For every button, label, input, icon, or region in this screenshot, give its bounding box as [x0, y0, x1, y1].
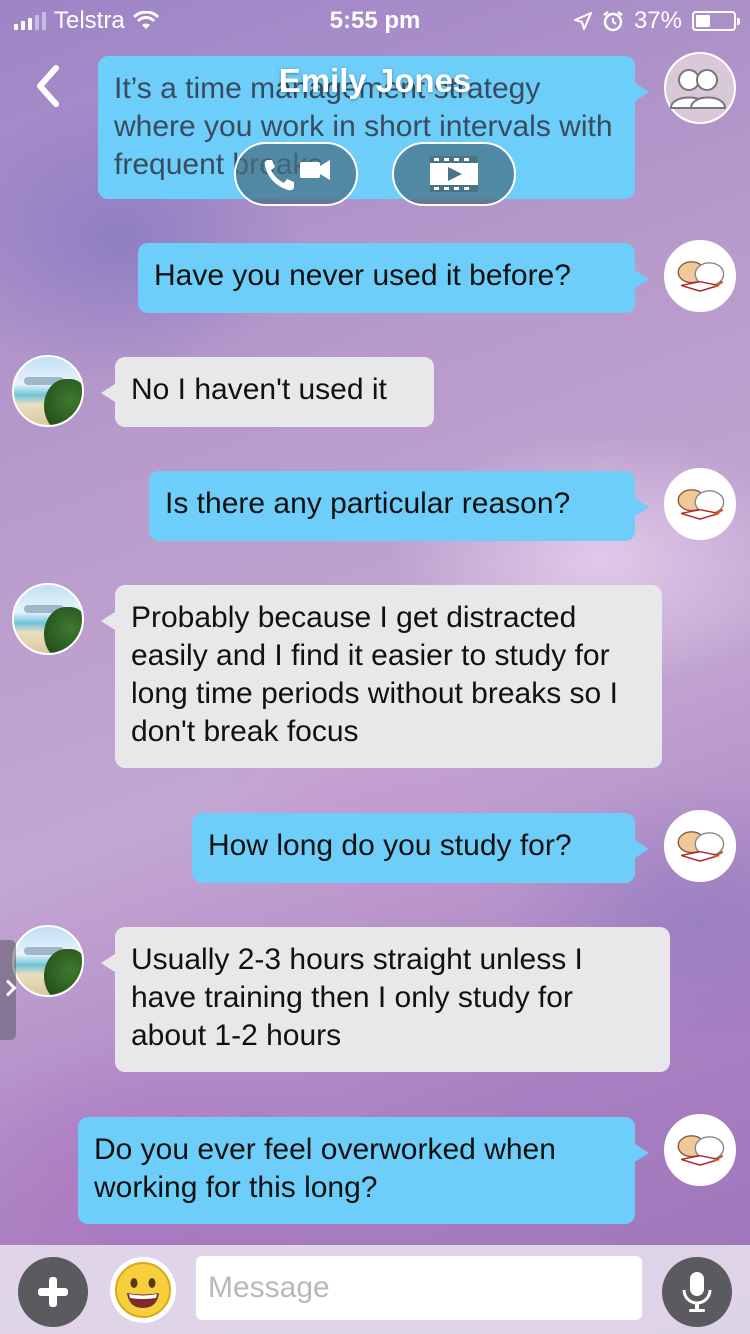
emoji-icon	[115, 1262, 171, 1318]
conversation-title[interactable]: Emily Jones	[0, 62, 750, 100]
message-text: Probably because I get distracted easily…	[131, 601, 618, 748]
status-bar: Telstra 5:55 pm 37%	[0, 0, 750, 40]
message-bubble-incoming[interactable]: Usually 2-3 hours straight unless I have…	[101, 927, 670, 1072]
my-avatar[interactable]	[664, 1114, 736, 1186]
message-bubble-outgoing[interactable]: Is there any particular reason?	[149, 471, 649, 541]
screening-room-button[interactable]	[392, 142, 516, 206]
message-bubble-outgoing[interactable]: Do you ever feel overworked when working…	[78, 1117, 649, 1224]
message-bubble-outgoing[interactable]: Have you never used it before?	[138, 243, 649, 313]
side-drawer-handle[interactable]	[0, 940, 16, 1040]
voice-message-button[interactable]	[662, 1257, 732, 1327]
emoji-button[interactable]	[110, 1257, 176, 1323]
battery-icon	[692, 11, 740, 31]
message-input[interactable]	[196, 1256, 642, 1320]
message-text: Have you never used it before?	[154, 259, 571, 292]
message-text: How long do you study for?	[208, 829, 572, 862]
message-text: Usually 2-3 hours straight unless I have…	[131, 943, 583, 1052]
contact-avatar[interactable]	[12, 583, 84, 655]
contact-avatar[interactable]	[12, 355, 84, 427]
plus-icon	[38, 1277, 68, 1307]
members-button[interactable]	[662, 56, 736, 122]
voice-call-button[interactable]	[234, 142, 358, 206]
message-text: No I haven't used it	[131, 373, 387, 406]
location-icon	[573, 12, 592, 30]
message-bubble-outgoing[interactable]: How long do you study for?	[192, 813, 649, 883]
people-icon	[669, 69, 727, 109]
contact-avatar[interactable]	[12, 925, 84, 997]
microphone-icon	[682, 1272, 712, 1312]
screening-room-icon	[430, 156, 478, 192]
message-bubble-incoming[interactable]: Probably because I get distracted easily…	[101, 585, 662, 768]
message-text: Do you ever feel overworked when working…	[94, 1133, 556, 1204]
alarm-icon	[603, 11, 623, 32]
my-avatar[interactable]	[664, 810, 736, 882]
battery-percent: 37%	[633, 7, 682, 34]
add-attachment-button[interactable]	[18, 1257, 88, 1327]
message-text: Is there any particular reason?	[165, 487, 571, 520]
phone-video-icon	[264, 160, 330, 191]
my-avatar[interactable]	[664, 468, 736, 540]
my-avatar[interactable]	[664, 240, 736, 312]
message-bubble-incoming[interactable]: No I haven't used it	[101, 357, 434, 427]
